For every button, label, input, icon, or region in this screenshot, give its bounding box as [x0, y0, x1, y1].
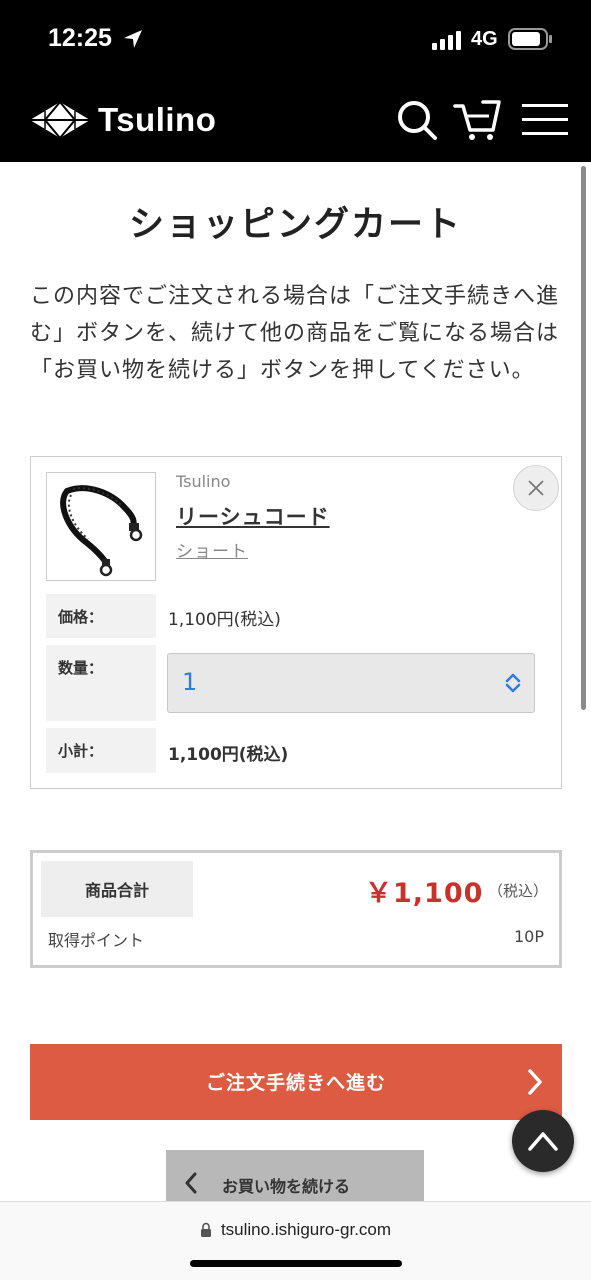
- network-type: 4G: [471, 28, 498, 50]
- site-logo[interactable]: Tsulino: [30, 101, 216, 139]
- cart-icon[interactable]: [453, 98, 503, 142]
- browser-address-bar: tsulino.ishiguro-gr.com: [0, 1201, 591, 1280]
- logo-text: Tsulino: [98, 101, 217, 138]
- close-icon: [528, 480, 544, 496]
- back-to-top-button[interactable]: [512, 1110, 574, 1172]
- remove-item-button[interactable]: [513, 465, 559, 511]
- chevron-up-icon: [528, 1132, 558, 1151]
- tax-note: （税込）: [488, 882, 549, 900]
- location-arrow-icon: [124, 30, 142, 48]
- cart-item: Tsulino リーシュコード ショート 価格： 1,100円(税込) 数量： …: [30, 456, 562, 789]
- quantity-select[interactable]: 1: [167, 653, 535, 713]
- continue-shopping-label: お買い物を続ける: [222, 1177, 351, 1196]
- select-updown-icon: [505, 673, 521, 693]
- checkout-label: ご注文手続きへ進む: [205, 1072, 386, 1094]
- battery-icon: [508, 28, 552, 50]
- quantity-value: 1: [182, 668, 198, 696]
- scrollbar-thumb[interactable]: [581, 166, 586, 710]
- points-label: 取得ポイント: [48, 931, 145, 950]
- points-value: 10P: [513, 927, 544, 946]
- status-bar: 12:25 4G: [0, 0, 591, 80]
- subtotal-value: 1,100円(税込): [168, 745, 289, 765]
- intro-text: この内容でご注文される場合は「ご注文手続きへ進む」ボタンを、続けて他の商品をご覧…: [30, 284, 560, 383]
- price-label: 価格：: [46, 594, 156, 638]
- status-time: 12:25: [48, 24, 112, 52]
- lock-icon: [200, 1222, 211, 1237]
- logo-mark-icon: [30, 102, 90, 138]
- search-icon[interactable]: [395, 98, 439, 142]
- order-total-box: 商品合計 ￥1,100 （税込） 取得ポイント 10P: [30, 850, 562, 968]
- page-title: ショッピングカート: [128, 205, 462, 245]
- item-variant-link[interactable]: ショート: [176, 537, 248, 562]
- hamburger-menu-icon[interactable]: [522, 98, 568, 142]
- price-value: 1,100円(税込): [168, 610, 281, 630]
- subtotal-label: 小計：: [46, 728, 156, 773]
- checkout-button[interactable]: ご注文手続きへ進む: [30, 1044, 562, 1120]
- item-brand: Tsulino: [176, 472, 231, 491]
- leash-cord-image: [60, 485, 143, 577]
- item-name-link[interactable]: リーシュコード: [176, 501, 330, 531]
- total-label: 商品合計: [41, 861, 193, 917]
- chevron-left-icon: [185, 1172, 197, 1194]
- home-indicator[interactable]: [190, 1260, 402, 1267]
- url-field[interactable]: tsulino.ishiguro-gr.com: [0, 1220, 591, 1240]
- quantity-label: 数量：: [46, 645, 156, 721]
- total-amount: ￥1,100: [365, 878, 484, 909]
- url-text: tsulino.ishiguro-gr.com: [220, 1220, 392, 1239]
- site-header: Tsulino: [0, 80, 591, 162]
- product-thumbnail[interactable]: [46, 472, 156, 581]
- signal-bars-icon: [432, 31, 461, 50]
- chevron-right-icon: [528, 1069, 542, 1095]
